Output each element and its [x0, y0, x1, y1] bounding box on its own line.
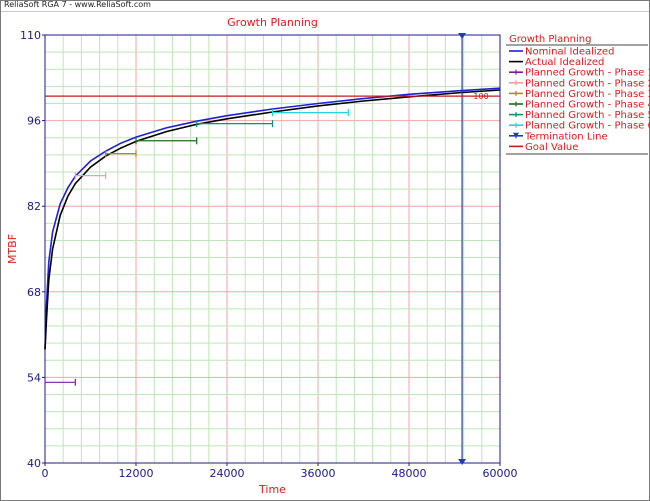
- legend-label-termination-line: Termination Line: [524, 131, 608, 142]
- termination-bottom-marker: [458, 459, 467, 465]
- x-tick-label: 12000: [119, 467, 154, 480]
- goal-value-label: 100: [473, 92, 488, 101]
- legend-label-planned-growth-phase-2: Planned Growth - Phase 2: [525, 78, 650, 89]
- x-tick-label: 0: [42, 467, 49, 480]
- x-tick-label: 24000: [210, 467, 245, 480]
- y-tick-label: 82: [27, 200, 41, 213]
- chart-legend: Growth Planning Nominal IdealizedActual …: [506, 34, 650, 155]
- legend-label-nominal-idealized: Nominal Idealized: [525, 47, 614, 58]
- legend-label-actual-idealized: Actual Idealized: [525, 57, 604, 68]
- y-tick-label: 110: [20, 29, 41, 42]
- x-tick-label: 60000: [483, 467, 518, 480]
- chart-title: Growth Planning: [227, 16, 318, 29]
- chart-grid: [45, 35, 500, 463]
- plot-series: 100: [44, 33, 501, 465]
- growth-planning-chart: Growth Planning 100 0 12000 24000 36000 4800…: [6, 16, 650, 496]
- y-axis-title: MTBF: [6, 234, 19, 264]
- x-tick-label: 48000: [392, 467, 427, 480]
- legend-label-planned-growth-phase-3: Planned Growth - Phase 3: [525, 89, 650, 100]
- legend-label-planned-growth-phase-5: Planned Growth - Phase 5: [525, 110, 650, 121]
- series-nominal-idealized: [44, 87, 501, 350]
- legend-label-planned-growth-phase-6: Planned Growth - Phase 6: [525, 121, 650, 132]
- legend-label-planned-growth-phase-4: Planned Growth - Phase 4: [525, 100, 650, 111]
- legend-title: Growth Planning: [509, 34, 591, 45]
- plot-border: [44, 34, 501, 464]
- termination-top-marker: [458, 33, 467, 39]
- plot-frame: [44, 34, 501, 464]
- x-tick-label: 36000: [301, 467, 336, 480]
- series-actual-idealized: [44, 89, 501, 350]
- x-axis-title: Time: [258, 483, 286, 496]
- y-tick-label: 96: [27, 115, 41, 128]
- y-tick-label: 40: [27, 457, 41, 470]
- legend-label-planned-growth-phase-1: Planned Growth - Phase 1: [525, 68, 650, 79]
- y-tick-label: 54: [27, 371, 41, 384]
- legend-label-goal-value: Goal Value: [525, 142, 578, 153]
- y-tick-label: 68: [27, 286, 41, 299]
